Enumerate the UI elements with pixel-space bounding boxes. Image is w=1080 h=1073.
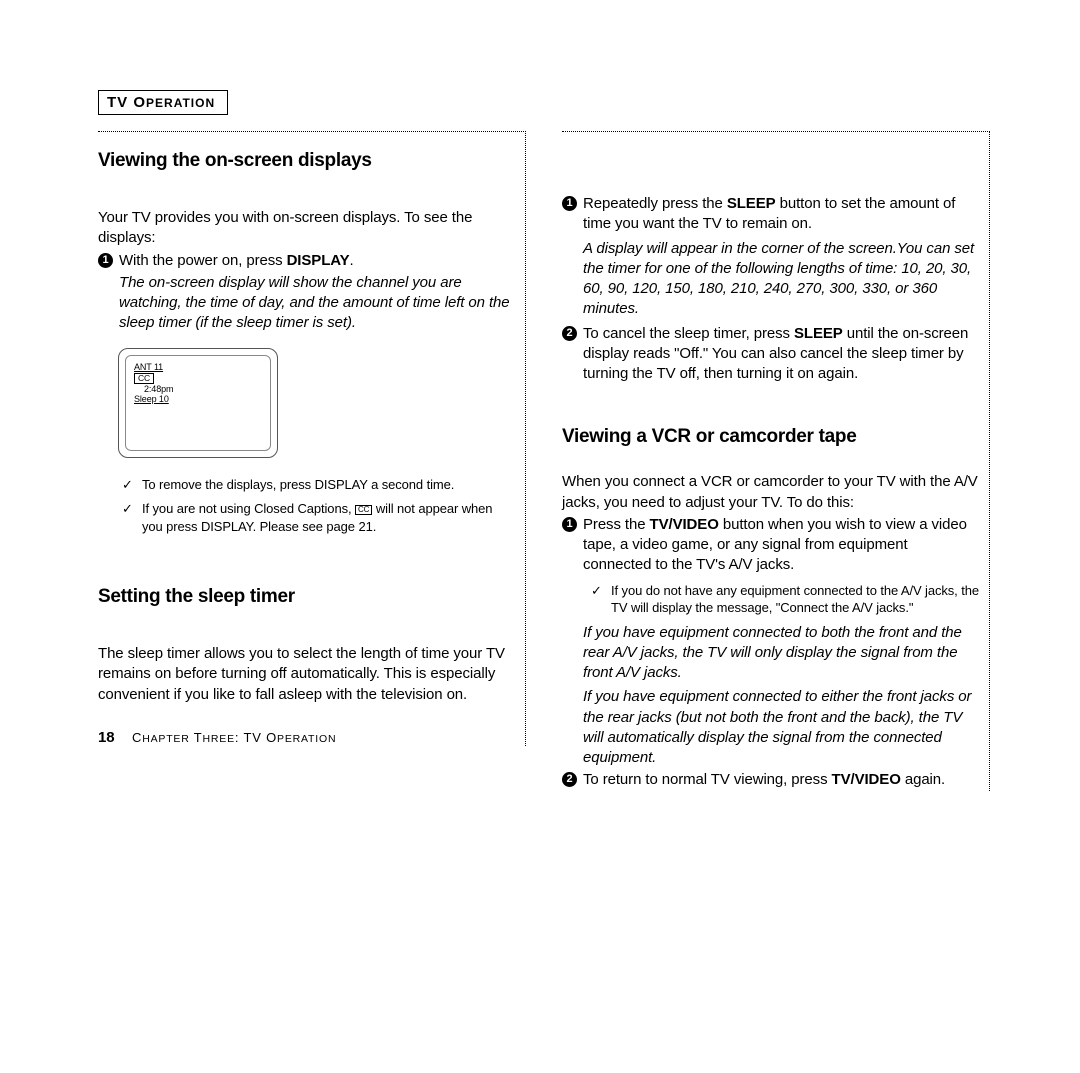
num-1-icon: 1 [562, 517, 577, 532]
step-1-onscreen: 1 With the power on, press DISPLAY. The … [98, 251, 511, 334]
intro-onscreen: Your TV provides you with on-screen disp… [98, 208, 511, 249]
page-footer: 18 CHAPTER THREE: TV OPERATION [98, 729, 511, 746]
step-2-vcr: 2 To return to normal TV viewing, press … [562, 770, 979, 790]
step1-italic: The on-screen display will show the chan… [119, 273, 511, 334]
c1c: a second time. [368, 477, 455, 492]
sleep-para: The sleep timer allows you to select the… [98, 644, 511, 705]
check-item-2: ✓ If you are not using Closed Captions, … [122, 500, 511, 536]
vcr-italic-2: If you have equipment connected to eithe… [583, 687, 979, 768]
num-2-icon: 2 [562, 772, 577, 787]
f-c: PERATION [277, 733, 336, 745]
r1a: Repeatedly press the [583, 195, 727, 212]
right-column: 1 Repeatedly press the SLEEP button to s… [562, 131, 990, 791]
check-list-onscreen: ✓ To remove the displays, press DISPLAY … [122, 476, 511, 537]
c2d: . Please see page 21. [253, 519, 377, 534]
v2c: again. [901, 771, 945, 788]
v1b: TV/VIDEO [650, 516, 719, 533]
check-icon: ✓ [122, 476, 134, 494]
vcr-check: ✓ If you do not have any equipment conne… [591, 582, 979, 617]
tv-ant: ANT 11 [134, 362, 262, 372]
tv-screen-diagram: ANT 11 CC 2:48pm Sleep 10 [118, 348, 278, 458]
step1-c: . [350, 252, 354, 269]
vcr-italic-1: If you have equipment connected to both … [583, 623, 979, 684]
tv-sleep: Sleep 10 [134, 394, 262, 404]
r2a: To cancel the sleep timer, press [583, 325, 794, 342]
num-2-icon: 2 [562, 326, 577, 341]
v2a: To return to normal TV viewing, press [583, 771, 832, 788]
step1-b: DISPLAY [287, 252, 350, 269]
r1-italic: A display will appear in the corner of t… [583, 239, 979, 320]
r1b: SLEEP [727, 195, 776, 212]
check2-text: If you are not using Closed Captions, CC… [142, 500, 511, 536]
c2c: DISPLAY [201, 519, 253, 534]
f-mid1: T [190, 730, 203, 745]
check-item-1: ✓ To remove the displays, press DISPLAY … [122, 476, 511, 494]
step-1-sleep: 1 Repeatedly press the SLEEP button to s… [562, 194, 979, 320]
vcr-check-text: If you do not have any equipment connect… [611, 582, 979, 617]
tv-time: 2:48pm [144, 384, 262, 394]
step-2-sleep: 2 To cancel the sleep timer, press SLEEP… [562, 324, 979, 385]
f-sep: : TV O [235, 730, 277, 745]
f-b: HREE [203, 733, 235, 745]
num-1-icon: 1 [562, 196, 577, 211]
step-2-vcr-body: To return to normal TV viewing, press TV… [583, 770, 979, 790]
check-icon: ✓ [591, 582, 603, 617]
c2a: If you are not using Closed Captions, [142, 501, 355, 516]
num-1-icon: 1 [98, 253, 113, 268]
heading-vcr: Viewing a VCR or camcorder tape [562, 426, 979, 448]
step-1-body: With the power on, press DISPLAY. The on… [119, 251, 511, 334]
tv-inner: ANT 11 CC 2:48pm Sleep 10 [125, 355, 271, 451]
tv-cc: CC [134, 373, 154, 384]
step1-a: With the power on, press [119, 252, 287, 269]
c1b: DISPLAY [315, 477, 368, 492]
f-a: HAPTER [142, 733, 189, 745]
v2b: TV/VIDEO [832, 771, 901, 788]
check1-text: To remove the displays, press DISPLAY a … [142, 476, 511, 494]
step-1-vcr: 1 Press the TV/VIDEO button when you wis… [562, 515, 979, 769]
f-pre: C [132, 730, 142, 745]
r2b: SLEEP [794, 325, 843, 342]
step-2-sleep-body: To cancel the sleep timer, press SLEEP u… [583, 324, 979, 385]
c1a: To remove the displays, press [142, 477, 315, 492]
cc-inline-icon: CC [355, 505, 372, 515]
v1a: Press the [583, 516, 650, 533]
vcr-intro: When you connect a VCR or camcorder to y… [562, 472, 979, 513]
heading-onscreen-displays: Viewing the on-screen displays [98, 150, 511, 172]
check-icon: ✓ [122, 500, 134, 536]
left-column: Viewing the on-screen displays Your TV p… [98, 131, 526, 746]
chapter-label: CHAPTER THREE: TV OPERATION [132, 730, 336, 745]
section-tag-pre: TV O [107, 94, 146, 111]
page-number: 18 [98, 729, 115, 746]
section-tag: TV OPERATION [98, 90, 228, 115]
step-1-vcr-body: Press the TV/VIDEO button when you wish … [583, 515, 979, 769]
step-1-sleep-body: Repeatedly press the SLEEP button to set… [583, 194, 979, 320]
section-tag-rest: PERATION [146, 96, 215, 110]
heading-sleep-timer: Setting the sleep timer [98, 586, 511, 608]
